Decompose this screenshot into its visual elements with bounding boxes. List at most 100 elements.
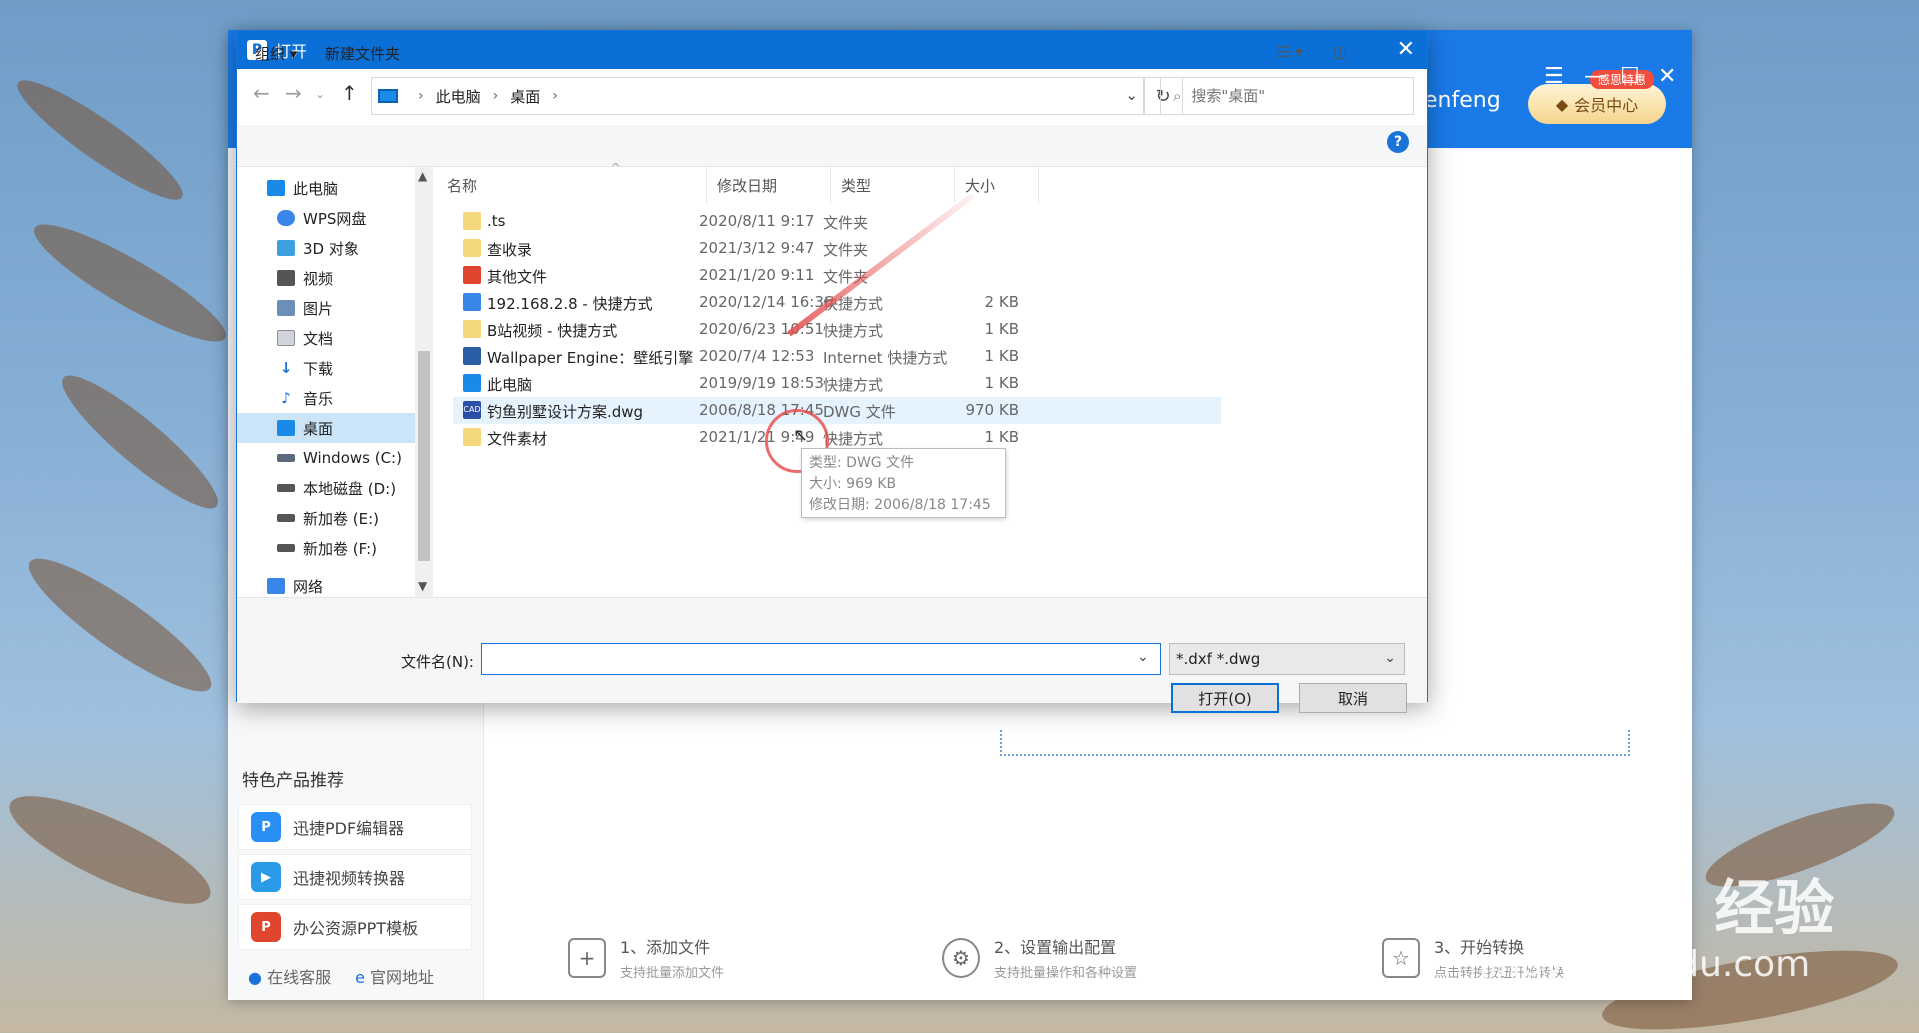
product-pdf-editor[interactable]: P 迅捷PDF编辑器	[238, 804, 472, 850]
pdf-editor-icon: P	[251, 812, 281, 842]
folder-icon	[463, 266, 481, 284]
scroll-down-icon[interactable]: ▼	[418, 579, 427, 593]
recent-dropdown-icon[interactable]: ⌄	[315, 87, 325, 101]
drive-icon	[277, 454, 295, 462]
menu-icon[interactable]: ☰	[1544, 66, 1564, 88]
tree-item-pictures[interactable]: 图片	[237, 293, 415, 323]
gear-icon: ⚙	[942, 937, 980, 978]
new-folder-button[interactable]: 新建文件夹	[325, 43, 400, 64]
drop-zone[interactable]	[1000, 730, 1630, 756]
drive-icon	[277, 514, 295, 522]
tree-item-this-pc[interactable]: 此电脑	[237, 173, 415, 203]
file-list-header: 名称 修改日期 类型 大小	[437, 167, 1221, 203]
column-name[interactable]: 名称	[437, 167, 707, 203]
shortcut-icon	[463, 320, 481, 338]
cancel-button[interactable]: 取消	[1299, 683, 1407, 713]
document-icon	[277, 330, 295, 346]
file-tooltip: 类型: DWG 文件 大小: 969 KB 修改日期: 2006/8/18 17…	[801, 448, 1006, 518]
ie-icon: e	[355, 968, 365, 987]
preview-pane-icon[interactable]: ◫	[1333, 43, 1347, 61]
file-row[interactable]: 查收录 2021/3/12 9:47 文件夹	[453, 235, 1221, 262]
vip-center-label: 会员中心	[1574, 96, 1639, 115]
baidu-watermark-logo: Bai du 经验	[1480, 874, 1835, 944]
view-options-icon[interactable]: ☷ ▾	[1277, 43, 1303, 61]
product-label: 办公资源PPT模板	[293, 919, 419, 938]
tree-item-videos[interactable]: 视频	[237, 263, 415, 293]
file-row[interactable]: 其他文件 2021/1/20 9:11 文件夹	[453, 262, 1221, 289]
video-icon	[277, 270, 295, 286]
featured-products-title: 特色产品推荐	[242, 771, 344, 791]
filename-input[interactable]	[481, 643, 1161, 675]
maximize-icon[interactable]: ☐	[1620, 66, 1640, 88]
sort-up-icon: ^	[611, 161, 621, 174]
folder-icon	[463, 212, 481, 230]
user-name[interactable]: enfeng	[1424, 88, 1501, 113]
step-add-files: + 1、添加文件 支持批量添加文件	[568, 934, 724, 981]
vip-center-button[interactable]: ◆ 会员中心	[1528, 84, 1666, 124]
file-type-filter[interactable]: *.dxf *.dwg ⌄	[1169, 643, 1405, 675]
music-icon: ♪	[281, 389, 291, 407]
back-arrow-icon[interactable]: ←	[253, 81, 270, 105]
tree-item-drive-f[interactable]: 新加卷 (F:)	[237, 533, 415, 563]
product-ppt-template[interactable]: P 办公资源PPT模板	[238, 904, 472, 950]
online-service-link[interactable]: ● 在线客服	[248, 964, 331, 988]
breadcrumb-separator-icon: ›	[418, 88, 424, 104]
internet-shortcut-icon	[463, 347, 481, 365]
scroll-up-icon[interactable]: ▲	[418, 169, 427, 183]
dialog-close-icon[interactable]: ✕	[1397, 37, 1415, 62]
tooltip-size: 大小: 969 KB	[809, 476, 897, 492]
download-icon: ↓	[279, 359, 293, 377]
add-file-icon: +	[568, 937, 606, 978]
breadcrumb-desktop[interactable]: 桌面	[510, 86, 540, 107]
minimize-icon[interactable]: —	[1584, 66, 1606, 88]
tree-item-desktop[interactable]: 桌面	[237, 413, 415, 443]
tooltip-modified: 修改日期: 2006/8/18 17:45	[809, 497, 991, 513]
tree-item-3d-objects[interactable]: 3D 对象	[237, 233, 415, 263]
cube-icon	[277, 240, 295, 256]
file-row[interactable]: Wallpaper Engine：壁纸引擎 2020/7/4 12:53 Int…	[453, 343, 1221, 370]
sidebar-footer: ● 在线客服 e 官网地址	[248, 964, 434, 988]
tree-item-wps-cloud[interactable]: WPS网盘	[237, 203, 415, 233]
search-box[interactable]: ⌕	[1160, 77, 1414, 115]
open-button[interactable]: 打开(O)	[1171, 683, 1279, 713]
breadcrumb-separator-icon: ›	[492, 88, 499, 104]
breadcrumb-this-pc[interactable]: 此电脑	[436, 86, 481, 107]
column-date[interactable]: 修改日期	[707, 167, 831, 203]
drive-icon	[277, 484, 295, 492]
tree-item-music[interactable]: ♪ 音乐	[237, 383, 415, 413]
search-input[interactable]	[1191, 87, 1372, 105]
up-arrow-icon[interactable]: ↑	[341, 81, 358, 105]
chevron-down-icon[interactable]: ⌄	[1125, 86, 1138, 104]
close-icon[interactable]: ✕	[1658, 66, 1676, 88]
tree-item-drive-c[interactable]: Windows (C:)	[237, 443, 415, 473]
file-row[interactable]: 文件素材 2021/1/21 9:49 快捷方式 1 KB	[453, 424, 1221, 451]
official-site-link[interactable]: e 官网地址	[355, 964, 434, 988]
video-converter-icon: ▶	[251, 862, 281, 892]
tree-item-documents[interactable]: 文档	[237, 323, 415, 353]
tree-item-downloads[interactable]: ↓ 下载	[237, 353, 415, 383]
file-row[interactable]: CAD 钓鱼别墅设计方案.dwg 2006/8/18 17:45 DWG 文件 …	[453, 397, 1221, 424]
cloud-icon	[277, 210, 295, 226]
shortcut-icon	[463, 428, 481, 446]
tree-scrollbar-thumb[interactable]	[418, 351, 430, 561]
ppt-template-icon: P	[251, 912, 281, 942]
tree-item-drive-e[interactable]: 新加卷 (E:)	[237, 503, 415, 533]
column-type[interactable]: 类型	[831, 167, 955, 203]
organize-menu[interactable]: 组织 ▾	[255, 43, 297, 64]
forward-arrow-icon[interactable]: →	[285, 81, 302, 105]
file-row[interactable]: .ts 2020/8/11 9:17 文件夹	[453, 208, 1221, 235]
dialog-toolbar	[237, 125, 1427, 167]
desktop-icon	[277, 420, 295, 436]
headset-icon: ●	[248, 968, 262, 987]
tree-item-drive-d[interactable]: 本地磁盘 (D:)	[237, 473, 415, 503]
help-icon[interactable]: ?	[1387, 131, 1409, 153]
filename-dropdown-icon[interactable]: ⌄	[1137, 649, 1149, 665]
product-video-converter[interactable]: ▶ 迅捷视频转换器	[238, 854, 472, 900]
file-row[interactable]: 此电脑 2019/9/19 18:53 快捷方式 1 KB	[453, 370, 1221, 397]
product-label: 迅捷视频转换器	[293, 869, 406, 888]
file-row[interactable]: B站视频 - 快捷方式 2020/6/23 10:51 快捷方式 1 KB	[453, 316, 1221, 343]
address-bar[interactable]: › 此电脑 › 桌面 › ⌄	[371, 77, 1145, 115]
navigation-tree: 此电脑 WPS网盘 3D 对象 视频 图片 文档 ↓ 下载 ♪ 音乐 桌面 Wi…	[237, 167, 433, 597]
folder-icon	[463, 239, 481, 257]
computer-icon	[463, 374, 481, 392]
